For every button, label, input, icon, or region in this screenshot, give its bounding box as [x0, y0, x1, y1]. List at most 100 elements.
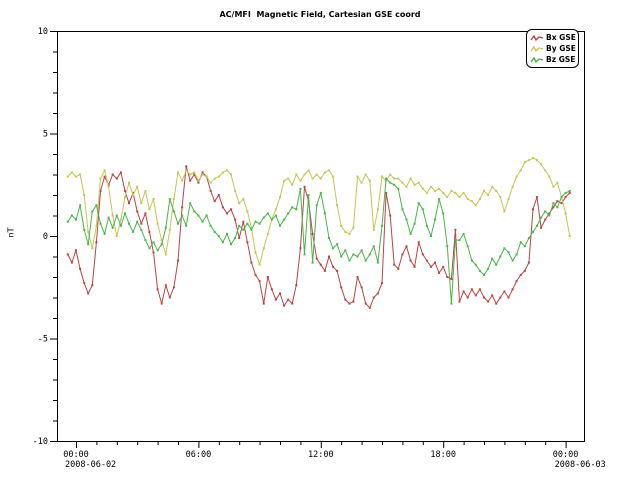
data-point-marker	[210, 190, 212, 192]
data-point-marker	[475, 264, 477, 266]
data-point-marker	[544, 219, 546, 221]
data-point-marker	[95, 241, 97, 243]
data-point-marker	[397, 188, 399, 190]
data-point-marker	[328, 256, 330, 258]
data-point-marker	[255, 274, 257, 276]
data-point-marker	[79, 204, 81, 206]
data-point-marker	[295, 208, 297, 210]
data-point-marker	[287, 178, 289, 180]
data-point-marker	[275, 215, 277, 217]
data-point-marker	[495, 190, 497, 192]
data-point-marker	[524, 270, 526, 272]
data-point-marker	[565, 212, 567, 214]
data-point-marker	[336, 243, 338, 245]
data-point-marker	[132, 231, 134, 233]
data-point-marker	[267, 276, 269, 278]
data-point-marker	[312, 262, 314, 264]
data-point-marker	[442, 212, 444, 214]
chart-window: AC/MFI Magnetic Field, Cartesian GSE coo…	[0, 0, 640, 480]
data-point-marker	[540, 227, 542, 229]
data-point-marker	[67, 176, 69, 178]
data-point-marker	[83, 282, 85, 284]
data-point-marker	[230, 208, 232, 210]
data-point-marker	[226, 233, 228, 235]
data-point-marker	[255, 221, 257, 223]
data-point-marker	[181, 215, 183, 217]
data-point-marker	[336, 204, 338, 206]
series-line	[68, 166, 570, 307]
data-point-marker	[393, 184, 395, 186]
data-point-marker	[185, 225, 187, 227]
data-point-marker	[185, 165, 187, 167]
data-point-marker	[283, 219, 285, 221]
data-point-marker	[271, 219, 273, 221]
data-point-marker	[328, 169, 330, 171]
data-point-marker	[524, 161, 526, 163]
data-point-marker	[442, 266, 444, 268]
data-point-marker	[418, 241, 420, 243]
data-point-marker	[365, 303, 367, 305]
data-point-marker	[365, 174, 367, 176]
data-point-marker	[283, 305, 285, 307]
by-line-sample-icon	[530, 45, 544, 53]
data-point-marker	[340, 256, 342, 258]
data-point-marker	[246, 210, 248, 212]
data-point-marker	[144, 212, 146, 214]
data-point-marker	[222, 241, 224, 243]
data-point-marker	[295, 174, 297, 176]
data-point-marker	[532, 208, 534, 210]
data-point-marker	[414, 223, 416, 225]
data-point-marker	[401, 182, 403, 184]
data-point-marker	[352, 301, 354, 303]
data-point-marker	[548, 215, 550, 217]
data-point-marker	[324, 212, 326, 214]
data-point-marker	[259, 223, 261, 225]
data-point-marker	[120, 225, 122, 227]
data-point-marker	[352, 253, 354, 255]
data-point-marker	[561, 196, 563, 198]
data-point-marker	[75, 219, 77, 221]
data-point-marker	[410, 233, 412, 235]
data-point-marker	[193, 171, 195, 173]
data-point-marker	[100, 223, 102, 225]
data-point-marker	[104, 176, 106, 178]
data-point-marker	[556, 200, 558, 202]
data-point-marker	[238, 237, 240, 239]
data-point-marker	[332, 266, 334, 268]
data-point-marker	[148, 247, 150, 249]
x-tick-label: 12:00	[308, 450, 334, 460]
data-point-marker	[267, 233, 269, 235]
data-point-marker	[467, 198, 469, 200]
data-point-marker	[79, 268, 81, 270]
data-point-marker	[422, 253, 424, 255]
legend-box: Bx GSE By GSE Bz GSE	[526, 29, 579, 68]
data-point-marker	[446, 196, 448, 198]
data-point-marker	[487, 194, 489, 196]
data-point-marker	[499, 256, 501, 258]
series-by-gse	[67, 157, 571, 266]
data-point-marker	[128, 202, 130, 204]
data-point-marker	[381, 225, 383, 227]
data-point-marker	[344, 299, 346, 301]
data-point-marker	[438, 198, 440, 200]
data-point-marker	[222, 171, 224, 173]
data-point-marker	[91, 210, 93, 212]
data-point-marker	[206, 215, 208, 217]
data-point-marker	[316, 174, 318, 176]
data-point-marker	[503, 290, 505, 292]
plot-svg: 1050-5-1000:002008-06-0206:0012:0018:000…	[0, 0, 640, 480]
data-point-marker	[263, 303, 265, 305]
data-point-marker	[516, 253, 518, 255]
data-point-marker	[442, 192, 444, 194]
data-point-marker	[234, 190, 236, 192]
data-point-marker	[177, 171, 179, 173]
data-point-marker	[112, 215, 114, 217]
data-point-marker	[487, 301, 489, 303]
data-point-marker	[508, 251, 510, 253]
data-point-marker	[524, 245, 526, 247]
data-point-marker	[157, 249, 159, 251]
legend-label-by: By GSE	[546, 44, 576, 53]
data-point-marker	[397, 178, 399, 180]
bz-line-sample-icon	[530, 56, 544, 64]
data-point-marker	[246, 223, 248, 225]
